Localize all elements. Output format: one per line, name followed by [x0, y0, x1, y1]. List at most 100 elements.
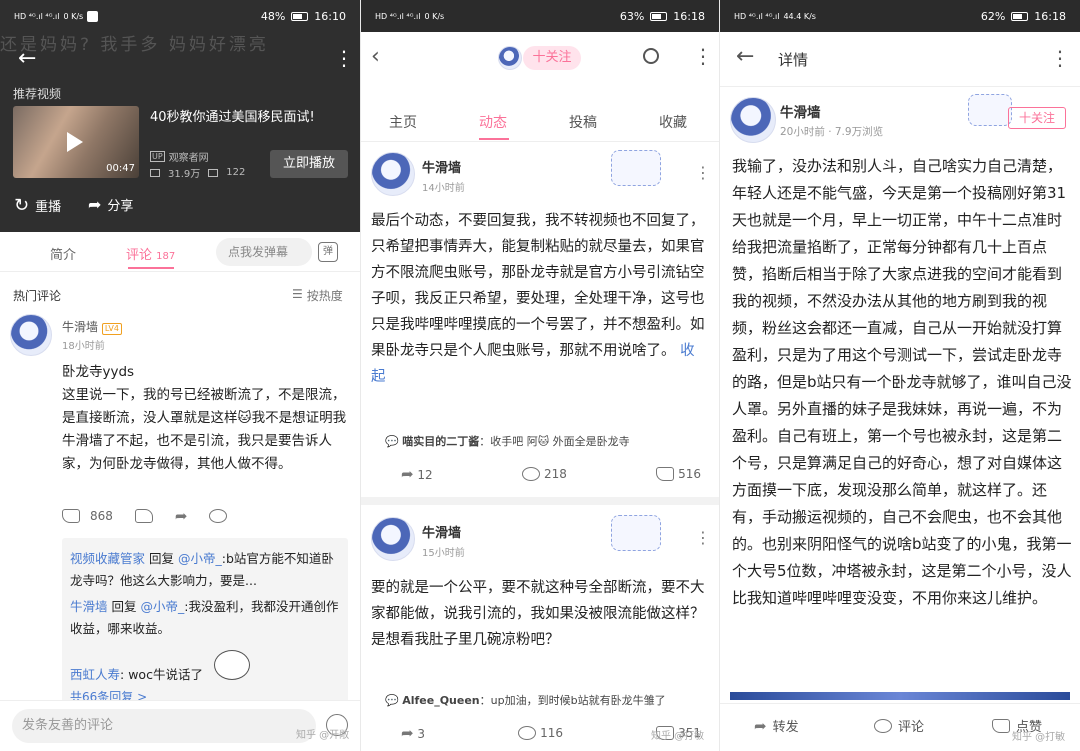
comment-button[interactable]: 评论 — [874, 716, 924, 735]
tab-intro[interactable]: 简介 — [50, 244, 76, 263]
hot-reply-text: ：up加油，到时候b站就有卧龙牛雏了 — [479, 694, 666, 707]
reply-item[interactable]: 西虹人寿: woc牛说话了 — [70, 664, 203, 686]
tab-comments[interactable]: 评论 187 — [126, 244, 175, 263]
reply-word: 回复 — [111, 599, 137, 614]
reply-item[interactable]: 牛滑墙 回复 @小帝_:我没盈利，我都没开通创作收益，哪来收益。 — [70, 596, 340, 640]
reply-target[interactable]: @小帝_ — [178, 551, 222, 566]
danmaku-icon — [208, 168, 219, 177]
like-icon[interactable] — [62, 509, 80, 523]
hot-reply[interactable]: 💬 Alfee_Queen：up加油，到时候b站就有卧龙牛雏了 — [385, 692, 666, 708]
dislike-icon[interactable] — [134, 509, 153, 523]
reply-user[interactable]: 西虹人寿 — [70, 667, 120, 682]
danmaku-toggle-icon[interactable]: 弹 — [318, 242, 338, 262]
reply-user[interactable]: 视频收藏管家 — [70, 551, 145, 566]
video-comments-panel: HD ⁴ᴳ.ıl ⁴ᴳ.ıl 0 K/s 48% 16:10 还是妈妈? 我手多 妈… — [0, 0, 360, 751]
danmaku-input[interactable]: 点我发弹幕 — [216, 238, 312, 266]
post-menu-icon[interactable]: ⋮ — [695, 528, 711, 547]
comments-count: 187 — [156, 251, 176, 262]
post-like[interactable]: 516 — [656, 467, 701, 482]
post-comment[interactable]: 116 — [518, 726, 563, 741]
follow-button[interactable]: 十关注 — [523, 46, 581, 70]
reply-item[interactable]: 视频收藏管家 回复 @小帝_:b站官方能不知道卧龙寺吗？他这么大影响力，要是..… — [70, 548, 340, 592]
status-bar: HD ⁴ᴳ.ıl ⁴ᴳ.ıl 0 K/s 63% 16:18 — [361, 0, 719, 32]
signal-icon: HD ⁴ᴳ.ıl ⁴ᴳ.ıl — [375, 11, 421, 21]
level-badge: LV4 — [101, 323, 122, 335]
header-avatar[interactable] — [498, 46, 522, 70]
play-now-button[interactable]: 立即播放 — [270, 150, 348, 178]
comment-label: 评论 — [898, 720, 925, 735]
hot-reply-icon: 💬 — [385, 694, 399, 707]
sort-by-hot[interactable]: ☰ 按热度 — [292, 287, 343, 304]
tab-home[interactable]: 主页 — [389, 112, 417, 132]
share-icon: ➦ — [88, 195, 102, 214]
hot-reply[interactable]: 💬 喵实目的二丁酱：收手吧 阿🐱 外面全是卧龙寺 — [385, 433, 630, 449]
post-detail-panel: HD ⁴ᴳ.ıl ⁴ᴳ.ıl 44.4 K/s 62% 16:18 ← 详情 ⋮ 牛… — [720, 0, 1080, 751]
recommended-video-thumbnail[interactable]: 00:47 — [13, 106, 139, 178]
post-share[interactable]: ➦ 12 — [401, 465, 433, 483]
post-comment[interactable]: 218 — [522, 467, 567, 482]
reply-target[interactable]: @小帝_ — [141, 599, 185, 614]
video-tabs: 简介 评论 187 点我发弹幕 弹 — [0, 232, 360, 272]
post-avatar[interactable] — [371, 517, 415, 561]
clock: 16:18 — [673, 9, 705, 23]
comment-input[interactable]: 发条友善的评论 — [12, 709, 316, 743]
video-area: HD ⁴ᴳ.ıl ⁴ᴳ.ıl 0 K/s 48% 16:10 还是妈妈? 我手多 妈… — [0, 0, 360, 232]
post-username[interactable]: 牛滑墙 — [422, 522, 461, 541]
repost-button[interactable]: ➦ 转发 — [754, 716, 799, 736]
decoration-sticker — [968, 94, 1012, 126]
embedded-image-strip — [730, 692, 1070, 700]
commenter-name[interactable]: 牛滑墙 LV4 — [62, 318, 122, 335]
post-divider — [361, 497, 719, 505]
replay-icon: ↻ — [14, 195, 30, 216]
back-arrow-icon[interactable]: ← — [18, 46, 36, 71]
follow-button[interactable]: 十关注 — [1008, 107, 1066, 129]
repost-icon: ➦ — [754, 716, 767, 735]
battery-level: 62% — [980, 9, 1006, 23]
tab-dynamics[interactable]: 动态 — [479, 112, 507, 132]
author-avatar[interactable] — [730, 97, 776, 143]
network-speed: 0 K/s — [424, 11, 445, 21]
post-text: 最后个动态，不要回复我，我不转视频也不回复了，只希望把事情弄大，能复制粘贴的就尽… — [371, 208, 709, 390]
signal-icon: HD ⁴ᴳ.ıl ⁴ᴳ.ıl — [14, 11, 60, 21]
comment-body: 这里说一下，我的号已经被断流了，不是限流，是直接断流，没人罩就是这样🐱我不是想证… — [62, 384, 348, 476]
recommended-video-title[interactable]: 40秒教你通过美国移民面试! — [150, 106, 315, 125]
clock: 16:10 — [314, 9, 346, 23]
post-username[interactable]: 牛滑墙 — [422, 157, 461, 176]
reply-icon[interactable] — [209, 509, 228, 523]
tab-favorites[interactable]: 收藏 — [659, 112, 687, 132]
share-count: 3 — [417, 727, 426, 741]
replay-button[interactable]: ↻ 重播 — [14, 195, 61, 216]
more-menu-icon[interactable]: ⋮ — [693, 44, 713, 68]
replay-label: 重播 — [35, 200, 62, 215]
watermark: 知乎 @打敏 — [651, 731, 705, 742]
comment-icon — [518, 726, 537, 741]
more-menu-icon[interactable]: ⋮ — [1050, 46, 1070, 70]
tab-active-underline — [128, 267, 174, 269]
reply-user[interactable]: 牛滑墙 — [70, 599, 108, 614]
hot-reply-user[interactable]: 喵实目的二丁酱 — [402, 435, 479, 448]
network-speed: 0 K/s — [63, 11, 84, 21]
post-avatar[interactable] — [371, 152, 415, 196]
share-icon: ➦ — [401, 724, 414, 742]
tab-active-underline — [479, 138, 509, 140]
back-arrow-icon[interactable]: ‹ — [371, 44, 380, 69]
hot-reply-user[interactable]: Alfee_Queen — [402, 694, 479, 707]
share-comment-icon[interactable]: ➦ — [175, 507, 188, 525]
play-icon — [67, 132, 83, 152]
status-bar: HD ⁴ᴳ.ıl ⁴ᴳ.ıl 0 K/s 48% 16:10 — [0, 0, 360, 32]
share-button[interactable]: ➦ 分享 — [88, 195, 133, 214]
author-name[interactable]: 牛滑墙 — [780, 101, 821, 121]
status-bar-dark: HD ⁴ᴳ.ıl ⁴ᴳ.ıl 0 K/s 63% 16:18 — [361, 0, 719, 32]
commenter-avatar[interactable] — [10, 314, 52, 356]
post-menu-icon[interactable]: ⋮ — [695, 163, 711, 182]
more-menu-icon[interactable]: ⋮ — [334, 46, 354, 70]
tab-submissions[interactable]: 投稿 — [569, 112, 597, 132]
search-icon[interactable] — [643, 48, 659, 64]
back-arrow-icon[interactable]: ← — [736, 44, 754, 69]
detail-action-bar: ➦ 转发 评论 点赞 — [720, 703, 1080, 751]
comment-count: 218 — [543, 466, 567, 481]
decoration-sticker — [611, 150, 661, 186]
comment-actions: 868 ➦ — [62, 507, 228, 525]
up-badge: UP — [150, 151, 165, 162]
post-share[interactable]: ➦ 3 — [401, 724, 425, 742]
